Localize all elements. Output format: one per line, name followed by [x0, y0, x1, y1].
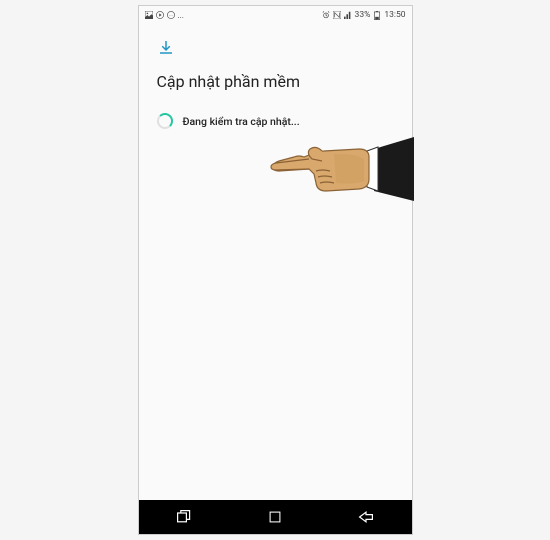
status-bar: ⋯ ... 33% 13:50	[139, 6, 412, 24]
recents-button[interactable]	[154, 500, 214, 534]
home-button[interactable]	[245, 500, 305, 534]
status-right: 33% 13:50	[322, 10, 406, 20]
play-circle-icon	[156, 11, 164, 19]
more-indicator-icon: ⋯	[167, 11, 175, 19]
battery-icon	[373, 11, 381, 19]
checking-status-text: Đang kiểm tra cập nhật...	[183, 115, 300, 128]
phone-screen: ⋯ ... 33% 13:50 Cập nh	[138, 5, 413, 535]
signal-icon	[344, 11, 352, 19]
gallery-icon	[145, 11, 153, 19]
svg-text:⋯: ⋯	[169, 13, 173, 18]
pointing-hand-overlay	[264, 119, 414, 219]
alarm-icon	[322, 11, 330, 19]
loading-spinner-icon	[157, 113, 173, 129]
content-area: Cập nhật phần mềm Đang kiểm tra cập nhật…	[139, 24, 412, 500]
battery-percent: 33%	[355, 10, 371, 20]
navigation-bar	[139, 500, 412, 534]
more-dots: ...	[178, 11, 184, 20]
status-left: ⋯ ...	[145, 11, 184, 20]
download-icon	[157, 38, 394, 60]
nfc-icon	[333, 11, 341, 19]
back-button[interactable]	[336, 500, 396, 534]
checking-status-row: Đang kiểm tra cập nhật...	[157, 113, 394, 129]
page-title: Cập nhật phần mềm	[157, 72, 394, 91]
clock: 13:50	[384, 10, 405, 20]
